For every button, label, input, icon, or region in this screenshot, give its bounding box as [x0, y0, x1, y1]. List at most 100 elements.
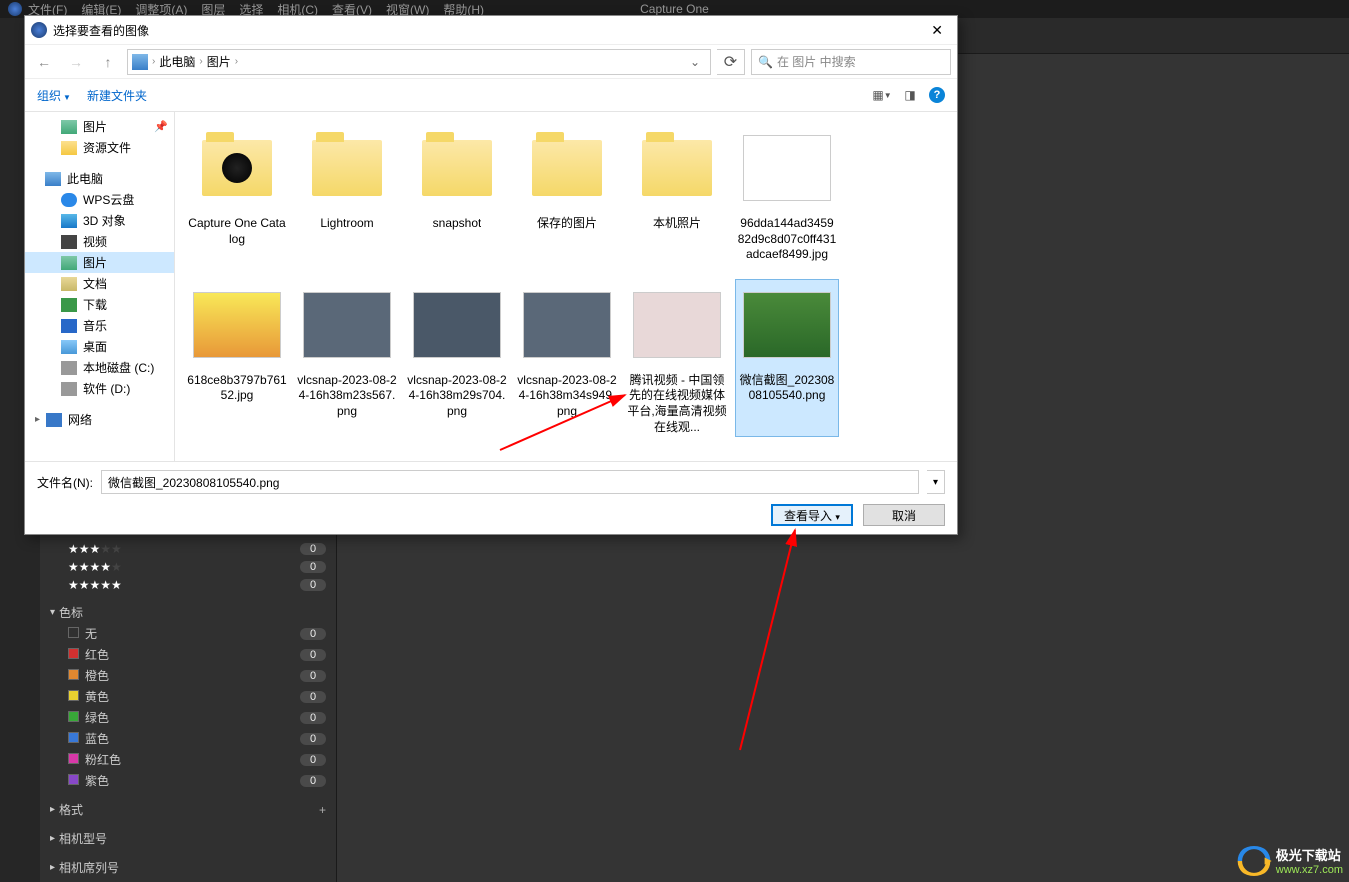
folder-icon [202, 140, 272, 196]
cancel-button[interactable]: 取消 [863, 504, 945, 526]
color-filter-row[interactable]: 黄色0 [40, 686, 336, 707]
new-folder-button[interactable]: 新建文件夹 [87, 87, 147, 104]
tree-item-network[interactable]: ▸网络 [25, 409, 174, 430]
file-item[interactable]: Capture One Catalog [185, 122, 289, 265]
filename-dropdown[interactable]: ▾ [927, 470, 945, 494]
up-button[interactable]: ↑ [95, 49, 121, 75]
filter-header-color[interactable]: ▾ 色标 [40, 602, 336, 623]
tree-item[interactable]: 文档 [25, 273, 174, 294]
count-badge: 0 [300, 754, 326, 766]
star-filter-row[interactable]: ★★★★★0 [40, 540, 336, 558]
disk-icon [61, 361, 77, 375]
tree-item[interactable]: 音乐 [25, 315, 174, 336]
chevron-right-icon: › [235, 56, 238, 67]
tree-item[interactable]: 本地磁盘 (C:) [25, 357, 174, 378]
count-badge: 0 [300, 561, 326, 573]
back-button[interactable]: ← [31, 49, 57, 75]
filter-header-queue[interactable]: ▸ 相机席列号 [40, 857, 336, 878]
preview-pane-button[interactable]: ◨ [901, 88, 919, 102]
filter-header-format[interactable]: ▸ 格式 + [40, 799, 336, 820]
folder-icon [532, 140, 602, 196]
color-swatch-icon [68, 753, 79, 764]
nav-row: ← → ↑ › 此电脑 › 图片 › ⌄ ⟳ 🔍 在 图片 中搜索 [25, 44, 957, 78]
color-filter-row[interactable]: 橙色0 [40, 665, 336, 686]
color-label: 蓝色 [68, 730, 109, 747]
image-thumbnail [743, 135, 831, 201]
tree-item-thispc[interactable]: 此电脑 [25, 168, 174, 189]
format-header-label: 格式 [59, 801, 83, 818]
close-icon[interactable]: ✕ [923, 22, 951, 39]
file-item[interactable]: 96dda144ad345982d9c8d07c0ff431adcaef8499… [735, 122, 839, 265]
color-swatch-icon [68, 627, 79, 638]
tree-item-label: 软件 (D:) [83, 380, 130, 397]
color-swatch-icon [68, 648, 79, 659]
search-input[interactable]: 🔍 在 图片 中搜索 [751, 49, 951, 75]
file-label: vlcsnap-2023-08-24-16h38m34s949.png [517, 373, 617, 420]
tree-item[interactable]: 图片📌 [25, 116, 174, 137]
file-item[interactable]: vlcsnap-2023-08-24-16h38m23s567.png [295, 279, 399, 437]
folder-icon [312, 140, 382, 196]
star-filter-row[interactable]: ★★★★★0 [40, 576, 336, 594]
forward-button[interactable]: → [63, 49, 89, 75]
open-button[interactable]: 查看导入 ▾ [771, 504, 853, 526]
file-item[interactable]: Lightroom [295, 122, 399, 265]
star-filter-row[interactable]: ★★★★★ 0 [40, 558, 336, 576]
tree-item[interactable]: 图片 [25, 252, 174, 273]
file-item[interactable]: vlcsnap-2023-08-24-16h38m29s704.png [405, 279, 509, 437]
star-icon: ★★★★★ [68, 560, 122, 574]
file-item[interactable]: 微信图片_20230822102451.jpg [295, 451, 399, 461]
watermark-url: www.xz7.com [1276, 864, 1343, 876]
file-item[interactable]: 微信截图_20230808105540.png [735, 279, 839, 437]
tree-item-label: 图片 [83, 118, 107, 135]
dialog-app-icon [31, 22, 47, 38]
tree-item[interactable]: 桌面 [25, 336, 174, 357]
filename-input[interactable] [101, 470, 919, 494]
breadcrumb-dropdown[interactable]: ⌄ [684, 55, 706, 69]
tree-item-label: 下载 [83, 296, 107, 313]
color-filter-row[interactable]: 红色0 [40, 644, 336, 665]
color-filter-row[interactable]: 紫色0 [40, 770, 336, 791]
file-item[interactable]: 微信截图_20230817112700.png [185, 451, 289, 461]
tree-item[interactable]: 下载 [25, 294, 174, 315]
crumb-pictures[interactable]: 图片 [203, 53, 235, 70]
tree-item[interactable]: 资源文件 [25, 137, 174, 158]
file-label: Lightroom [320, 216, 373, 232]
help-icon[interactable]: ? [929, 87, 945, 103]
plus-icon[interactable]: + [319, 803, 326, 817]
file-item[interactable]: 保存的图片 [515, 122, 619, 265]
file-label: 保存的图片 [537, 216, 597, 232]
tree-item[interactable]: 软件 (D:) [25, 378, 174, 399]
color-label: 粉红色 [68, 751, 121, 768]
count-badge: 0 [300, 649, 326, 661]
disk-icon [61, 382, 77, 396]
color-label: 无 [68, 625, 97, 642]
color-label: 绿色 [68, 709, 109, 726]
file-item[interactable]: 腾讯视频 - 中国领先的在线视频媒体平台,海量高清视频在线观... [625, 279, 729, 437]
file-item[interactable]: 本机照片 [625, 122, 729, 265]
color-swatch-icon [68, 732, 79, 743]
breadcrumb[interactable]: › 此电脑 › 图片 › ⌄ [127, 49, 711, 75]
tree-item-label: 网络 [68, 411, 92, 428]
color-header-label: 色标 [59, 604, 83, 621]
color-filter-row[interactable]: 无0 [40, 623, 336, 644]
file-item[interactable]: vlcsnap-2023-08-24-16h38m34s949.png [515, 279, 619, 437]
chevron-right-icon: ▸ [50, 862, 55, 873]
file-item[interactable]: snapshot [405, 122, 509, 265]
chevron-right-icon: ▸ [50, 833, 55, 844]
filter-header-camera[interactable]: ▸ 相机型号 [40, 828, 336, 849]
organize-button[interactable]: 组织▼ [37, 87, 71, 104]
search-placeholder: 在 图片 中搜索 [777, 53, 856, 70]
view-mode-button[interactable]: ▦▼ [873, 88, 891, 102]
queue-header-label: 相机席列号 [59, 859, 119, 876]
tree-item[interactable]: 3D 对象 [25, 210, 174, 231]
file-item[interactable]: 618ce8b3797b76152.jpg [185, 279, 289, 437]
refresh-button[interactable]: ⟳ [717, 49, 745, 75]
tree-item[interactable]: WPS云盘 [25, 189, 174, 210]
count-badge: 0 [300, 579, 326, 591]
tree-item-label: 视频 [83, 233, 107, 250]
tree-item[interactable]: 视频 [25, 231, 174, 252]
color-filter-row[interactable]: 蓝色0 [40, 728, 336, 749]
color-filter-row[interactable]: 绿色0 [40, 707, 336, 728]
color-filter-row[interactable]: 粉红色 0 [40, 749, 336, 770]
crumb-thispc[interactable]: 此电脑 [155, 53, 199, 70]
